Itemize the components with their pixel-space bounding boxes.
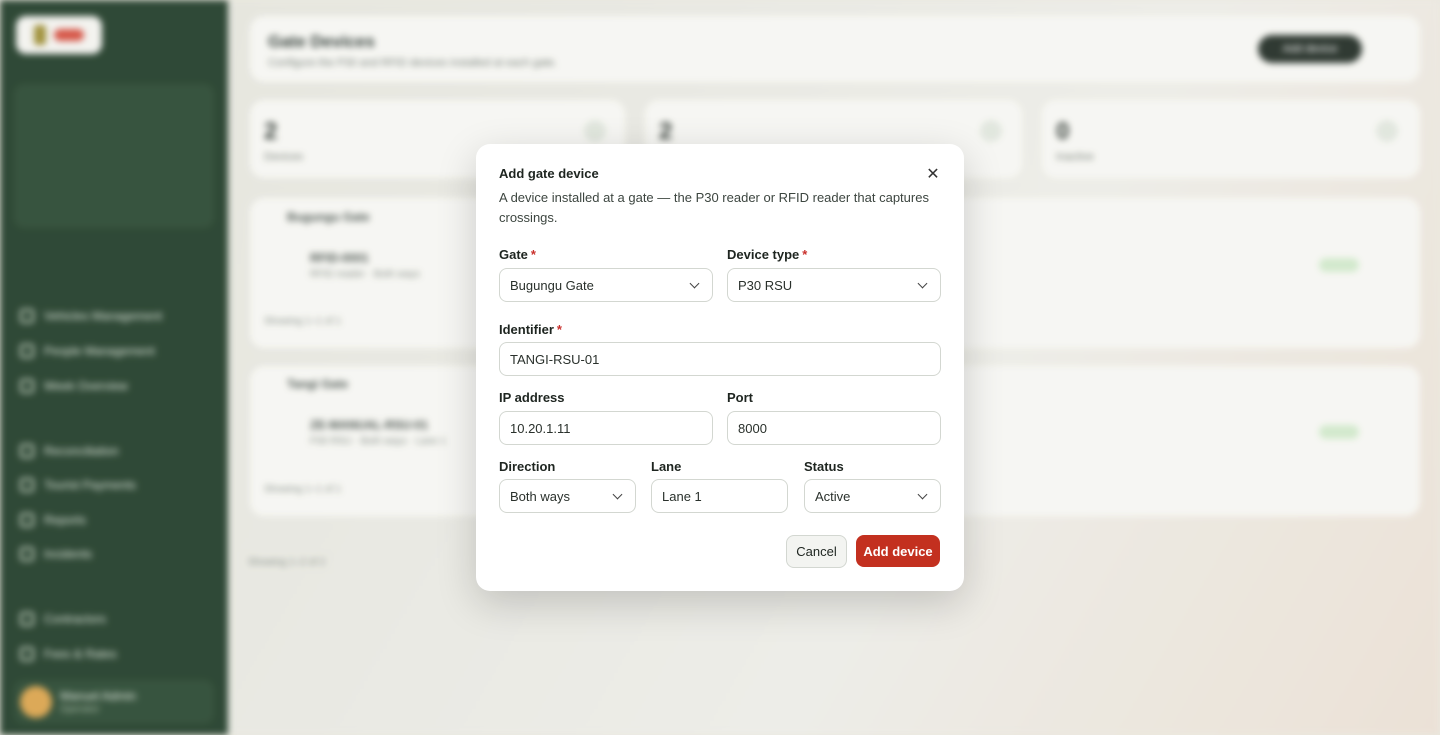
chevron-down-icon [917, 489, 928, 499]
direction-select[interactable]: Both ways [499, 479, 636, 513]
status-select[interactable]: Active [804, 479, 941, 513]
ip-address-label: IP address [499, 390, 565, 405]
chevron-down-icon [689, 278, 700, 288]
close-button[interactable]: ✕ [924, 166, 942, 184]
lane-input[interactable] [651, 479, 788, 513]
dialog-description: A device installed at a gate — the P30 r… [499, 190, 929, 225]
dialog-title: Add gate device [499, 166, 599, 181]
device-type-label: Device type * [727, 247, 808, 262]
identifier-label: Identifier * [499, 322, 562, 337]
direction-label: Direction [499, 459, 556, 474]
add-device-button[interactable]: Add device [856, 535, 940, 567]
close-icon: ✕ [926, 166, 940, 183]
add-gate-device-dialog: Add gate device ✕ A device installed at … [476, 144, 964, 591]
required-mark: * [556, 322, 562, 337]
chevron-down-icon [917, 278, 928, 288]
ip-address-input[interactable] [499, 411, 713, 445]
cancel-button[interactable]: Cancel [786, 535, 847, 568]
gate-label: Gate * [499, 247, 536, 262]
device-type-select[interactable]: P30 RSU [727, 268, 941, 302]
identifier-input[interactable] [499, 342, 941, 376]
lane-label: Lane [651, 459, 682, 474]
port-label: Port [727, 390, 753, 405]
chevron-down-icon [612, 489, 623, 499]
required-mark: * [802, 247, 808, 262]
status-label: Status [804, 459, 844, 474]
required-mark: * [530, 247, 536, 262]
gate-select[interactable]: Bugungu Gate [499, 268, 713, 302]
port-input[interactable] [727, 411, 941, 445]
